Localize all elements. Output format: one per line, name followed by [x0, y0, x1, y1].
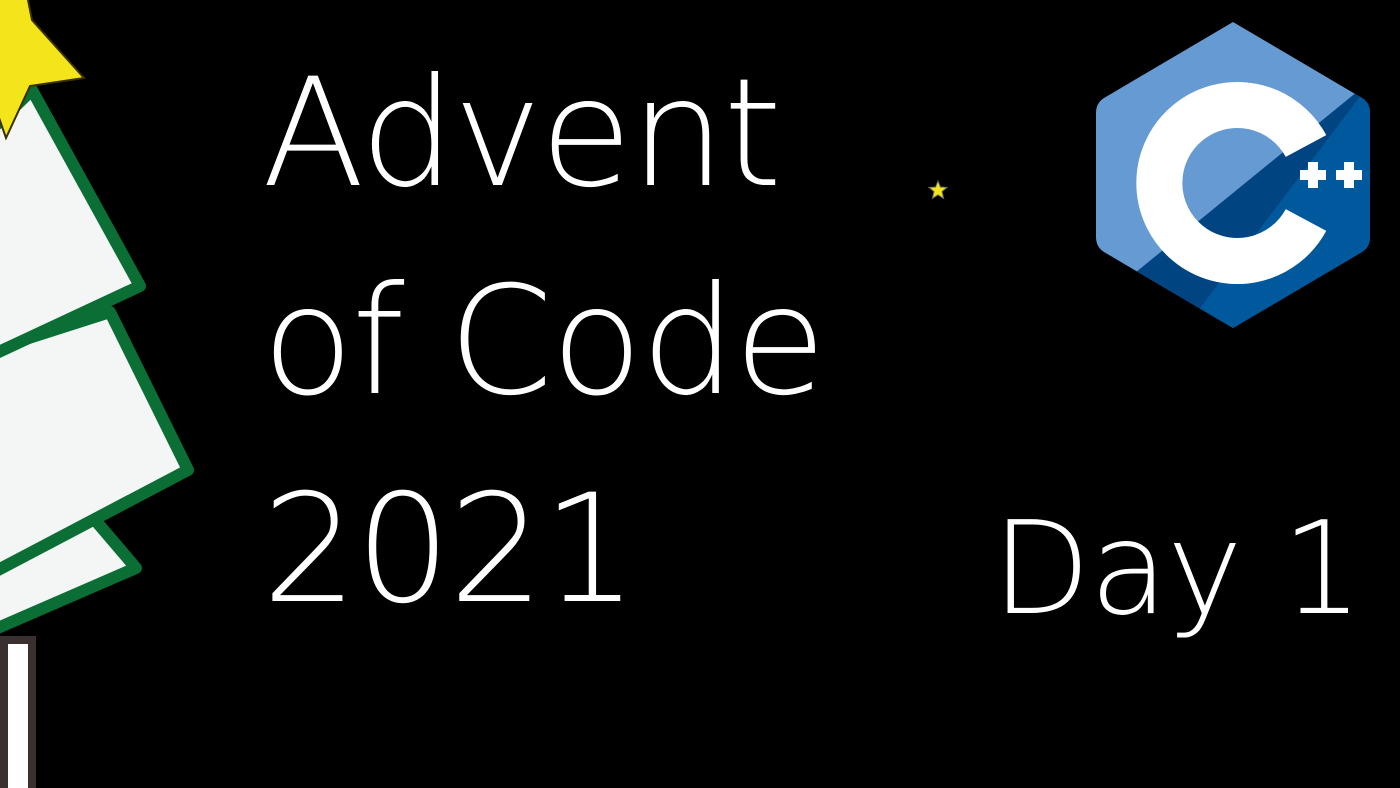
day-label: Day 1 — [992, 495, 1363, 644]
thumbnail-canvas: Advent of Code 2021 Day 1 — [0, 0, 1400, 788]
title-line-year: 2021 — [262, 463, 638, 637]
christmas-tree-icon — [0, 0, 194, 788]
star-icon — [928, 180, 948, 200]
page-title: Advent of Code 2021 — [262, 30, 826, 654]
title-line-advent: Advent — [262, 47, 782, 221]
title-line-of-code: of Code — [262, 255, 826, 429]
cpp-logo — [1096, 22, 1370, 328]
